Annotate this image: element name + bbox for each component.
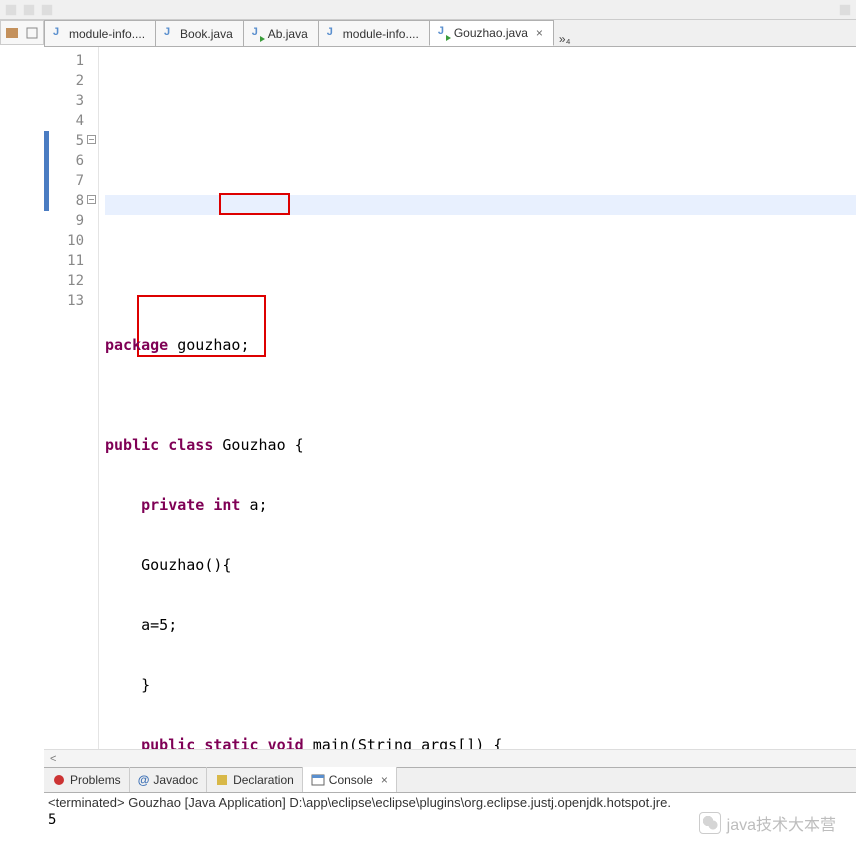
toolbar-top [0,0,856,20]
tab-label: Gouzhao.java [454,26,528,40]
toolbar-icon[interactable] [22,3,36,17]
toolbar-icon[interactable] [4,3,18,17]
toolbar-icon[interactable] [40,3,54,17]
java-file-icon [51,27,65,41]
tab-module-info-1[interactable]: module-info.... [44,20,156,46]
console-process-header: <terminated> Gouzhao [Java Application] … [48,795,852,810]
watermark-text: java技术大本营 [727,811,836,835]
toolbar-icon[interactable] [838,3,852,17]
tab-label: Ab.java [268,27,308,41]
editor-tabs: module-info.... Book.java Ab.java module… [44,20,856,47]
java-file-icon [325,27,339,41]
code-content[interactable]: package gouzhao; public class Gouzhao { … [99,47,856,749]
bottom-view-tabs: Problems @ Javadoc Declaration Console × [44,767,856,793]
tab-declaration[interactable]: Declaration [207,767,303,792]
java-file-icon [162,27,176,41]
tab-problems[interactable]: Problems [44,767,130,792]
tab-label: module-info.... [343,27,419,41]
tab-ab[interactable]: Ab.java [243,20,319,46]
watermark: java技术大本营 [699,811,836,835]
code-editor[interactable]: 1 2 3 4 5 6 7 8 9 10 11 12 13 package go… [44,47,856,749]
show-list-button[interactable]: »₄ [553,32,577,46]
tab-gouzhao[interactable]: Gouzhao.java × [429,20,554,46]
java-file-icon [436,26,450,40]
console-icon [311,773,325,787]
package-explorer-icon[interactable] [4,25,20,41]
line-gutter: 1 2 3 4 5 6 7 8 9 10 11 12 13 [44,47,99,749]
tab-console[interactable]: Console × [303,767,397,792]
close-icon[interactable]: × [381,773,388,787]
left-rail-collapsed[interactable] [0,20,44,45]
tab-module-info-2[interactable]: module-info.... [318,20,430,46]
fold-icon[interactable] [87,195,96,204]
horizontal-scrollbar[interactable]: < [44,749,856,767]
tab-book[interactable]: Book.java [155,20,244,46]
fold-icon[interactable] [87,135,96,144]
scroll-left-icon[interactable]: < [50,753,56,765]
tab-label: module-info.... [69,27,145,41]
close-icon[interactable]: × [536,26,543,40]
problems-icon [52,773,66,787]
tab-javadoc[interactable]: @ Javadoc [130,767,207,792]
java-file-icon [250,27,264,41]
tab-label: Book.java [180,27,233,41]
declaration-icon [215,773,229,787]
current-line-highlight [105,195,856,215]
wechat-icon [699,812,721,834]
restore-icon[interactable] [24,25,40,41]
